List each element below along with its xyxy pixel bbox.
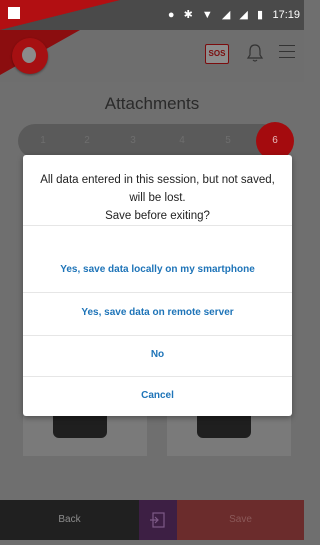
dialog-message-line: Save before exiting? [105, 210, 210, 222]
location-icon: ● [167, 9, 178, 21]
step-4[interactable]: 4 [173, 135, 191, 146]
no-button[interactable]: No [23, 335, 292, 375]
status-time: 17:19 [272, 9, 300, 21]
dialog-message-line: will be lost. [129, 192, 186, 204]
dialog-divider [23, 225, 292, 226]
exit-button[interactable] [139, 500, 177, 540]
step-indicator: 1 2 3 4 5 6 [18, 122, 294, 160]
status-icons: ● ✱ ▼ ◢ ◢ ▮ [168, 8, 266, 21]
sos-button[interactable]: SOS [205, 44, 229, 64]
signal-icon: ◢ [221, 9, 234, 21]
status-bar: ● ✱ ▼ ◢ ◢ ▮ 17:19 [0, 0, 304, 30]
cancel-button[interactable]: Cancel [23, 376, 292, 416]
notification-icon [8, 7, 20, 19]
bottom-action-bar: Back Save [0, 500, 304, 540]
save-button[interactable]: Save [177, 500, 304, 540]
bell-icon[interactable] [246, 43, 264, 63]
dialog-message-line: All data entered in this session, but no… [40, 174, 275, 186]
step-3[interactable]: 3 [124, 135, 142, 146]
step-1[interactable]: 1 [34, 135, 52, 146]
bluetooth-icon: ✱ [183, 9, 196, 21]
step-2[interactable]: 2 [78, 135, 96, 146]
dialog-message: All data entered in this session, but no… [33, 171, 282, 225]
battery-icon: ▮ [256, 9, 266, 21]
logout-icon [150, 512, 165, 528]
signal-icon-2: ◢ [239, 9, 251, 21]
hamburger-menu-icon[interactable] [279, 45, 295, 59]
vodafone-logo-icon [12, 38, 48, 74]
save-locally-button[interactable]: Yes, save data locally on my smartphone [23, 250, 292, 290]
app-header: SOS [0, 30, 304, 82]
page-title: Attachments [104, 94, 200, 113]
step-5[interactable]: 5 [219, 135, 237, 146]
save-before-exit-dialog: All data entered in this session, but no… [23, 155, 292, 416]
back-button[interactable]: Back [0, 500, 139, 540]
wifi-icon: ▼ [201, 9, 216, 21]
save-remote-button[interactable]: Yes, save data on remote server [23, 293, 292, 333]
